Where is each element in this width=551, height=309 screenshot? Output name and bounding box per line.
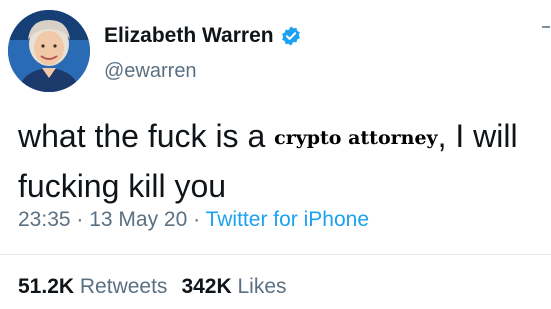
likes-label: Likes: [237, 275, 287, 298]
more-options-icon[interactable]: [541, 26, 551, 40]
likes-stat[interactable]: 342K Likes: [181, 275, 286, 298]
retweets-count: 51.2K: [18, 275, 75, 298]
likes-count: 342K: [181, 275, 232, 298]
author-name-row[interactable]: Elizabeth Warren: [104, 22, 302, 50]
tweet-text-before: what the fuck is a: [18, 118, 275, 154]
avatar-photo-icon: [8, 10, 90, 92]
tweet-card: Elizabeth Warren @ewarren what the fuck …: [0, 0, 551, 309]
tweet-stats: 51.2K Retweets 342K Likes: [18, 275, 287, 299]
author-handle[interactable]: @ewarren: [104, 60, 197, 83]
verified-badge-icon: [280, 25, 302, 47]
divider: [0, 254, 551, 255]
retweets-stat[interactable]: 51.2K Retweets: [18, 275, 167, 298]
meta-separator: ·: [70, 208, 90, 231]
tweet-source-link[interactable]: Twitter for iPhone: [206, 208, 369, 231]
meta-separator: ·: [187, 208, 206, 231]
retweets-label: Retweets: [79, 275, 168, 298]
tweet-meta: 23:35 · 13 May 20 · Twitter for iPhone: [18, 208, 369, 232]
tweet-date[interactable]: 13 May 20: [89, 208, 187, 231]
tweet-time[interactable]: 23:35: [18, 208, 71, 231]
tweet-text: what the fuck is a crypto attorney, I wi…: [18, 112, 548, 210]
tweet-overlay-text: crypto attorney: [274, 127, 438, 149]
author-display-name[interactable]: Elizabeth Warren: [104, 24, 274, 48]
author-avatar[interactable]: [8, 10, 90, 92]
